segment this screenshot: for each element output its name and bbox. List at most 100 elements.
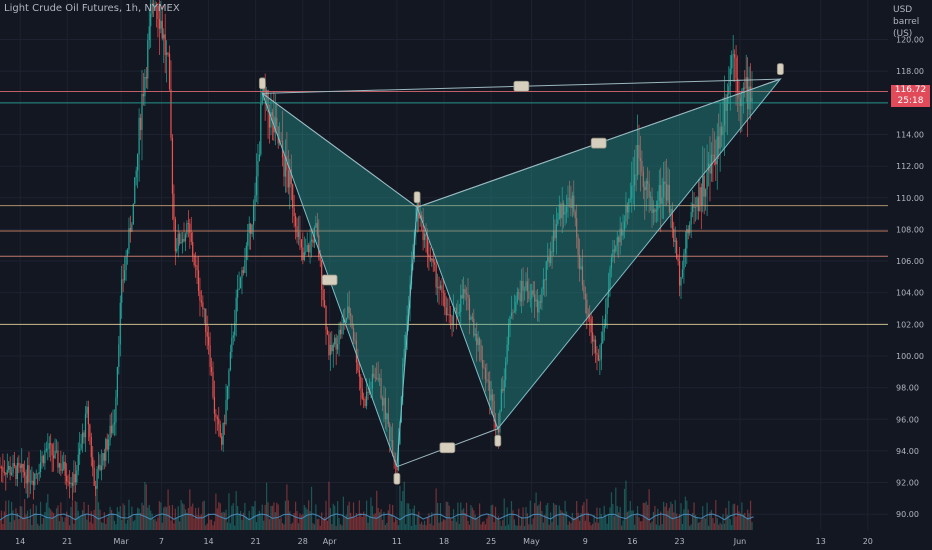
volume-bar (306, 509, 308, 530)
pattern-point-handle[interactable] (494, 434, 502, 447)
volume-bar (138, 508, 140, 530)
volume-bar (41, 523, 43, 530)
volume-bar (183, 504, 185, 530)
volume-bar (639, 521, 642, 530)
pattern-triangle (261, 91, 418, 467)
candle-body (606, 297, 608, 315)
time-tick-label: Jun (733, 537, 747, 546)
volume-bar (590, 525, 592, 530)
volume-bar (197, 507, 200, 530)
volume-bar (526, 513, 529, 530)
volume-bar (260, 513, 262, 530)
candle-body (184, 234, 187, 242)
volume-bar (465, 502, 468, 530)
volume-bar (712, 517, 714, 530)
volume-bar (461, 509, 463, 530)
candle-body (238, 288, 240, 290)
volume-bar (76, 502, 78, 530)
candle-body (338, 329, 340, 344)
volume-bar (286, 484, 288, 530)
candle-body (200, 300, 203, 303)
volume-bar (393, 522, 395, 530)
volume-bar (696, 516, 698, 530)
candle-body (63, 461, 65, 470)
volume-bar (67, 515, 69, 530)
volume-bar (557, 525, 559, 530)
volume-bar (280, 517, 282, 530)
volume-bar (57, 505, 59, 530)
volume-bar (53, 512, 55, 530)
candle-body (150, 13, 152, 27)
volume-bar (554, 504, 556, 530)
candle-body (134, 177, 136, 204)
volume-bar (503, 498, 505, 530)
volume-bar (480, 524, 482, 530)
volume-bar (26, 510, 29, 530)
volume-bar (621, 525, 623, 530)
unit-label: barrel (US) (893, 17, 920, 39)
volume-bar (535, 492, 537, 530)
volume-bar (160, 502, 162, 530)
candle-body (225, 399, 227, 424)
candle-body (293, 208, 295, 217)
volume-bar (152, 519, 155, 530)
candle-body (164, 34, 166, 56)
volume-bar (273, 502, 275, 530)
pattern-point-handle[interactable] (258, 77, 266, 90)
pattern-end-handle[interactable] (776, 63, 784, 76)
candle-body (205, 308, 207, 332)
volume-bar (158, 501, 160, 530)
harmonic-pattern[interactable] (258, 63, 784, 485)
volume-bar (318, 518, 320, 530)
pattern-segment-handle[interactable] (439, 442, 456, 454)
candle-body (257, 161, 259, 177)
volume-bar (723, 523, 726, 530)
pattern-point-handle[interactable] (413, 191, 421, 204)
time-tick-label: 23 (674, 537, 684, 546)
volume-bar (492, 504, 494, 530)
volume-bar (493, 522, 495, 530)
volume-bar (445, 501, 447, 530)
pattern-segment-handle[interactable] (513, 80, 530, 92)
candle-body (181, 238, 184, 243)
volume-bar (713, 523, 715, 530)
volume-bar (499, 520, 501, 530)
volume-bar (467, 520, 469, 530)
candle-body (86, 406, 88, 414)
volume-bar (668, 507, 671, 530)
volume-bar (683, 509, 685, 530)
candle-body (10, 472, 13, 475)
candle-body (106, 439, 108, 450)
candle-body (589, 316, 591, 319)
volume-bar (496, 518, 498, 530)
volume-bar (319, 525, 321, 530)
pattern-point-handle[interactable] (393, 472, 401, 485)
volume-bar (699, 522, 701, 530)
volume-bar (150, 510, 152, 530)
volume-bar (166, 507, 168, 530)
candle-body (444, 292, 446, 308)
pattern-segment-handle[interactable] (321, 274, 338, 286)
candle-body (206, 331, 208, 337)
volume-bar (96, 484, 98, 530)
volume-bar (131, 506, 133, 530)
volume-bar (3, 511, 5, 530)
volume-bar (329, 507, 331, 530)
volume-bar (292, 522, 294, 530)
volume-bar (195, 508, 197, 530)
candle-body (744, 87, 746, 89)
candle-body (596, 352, 598, 355)
volume-bar (684, 496, 686, 530)
candle-body (715, 160, 717, 165)
candle-body (55, 450, 58, 452)
volume-bar (61, 517, 63, 530)
volume-bar (500, 525, 502, 530)
volume-bars (0, 480, 754, 530)
volume-bar (6, 515, 8, 530)
pattern-segment-handle[interactable] (590, 137, 607, 149)
candle-body (8, 465, 10, 470)
candle-body (118, 344, 120, 367)
price-chart[interactable]: 90.00 92.00 94.00 96.00 98.00 100.00 102.00 104… (0, 0, 932, 550)
volume-bar (439, 503, 442, 530)
candle-body (361, 388, 363, 399)
